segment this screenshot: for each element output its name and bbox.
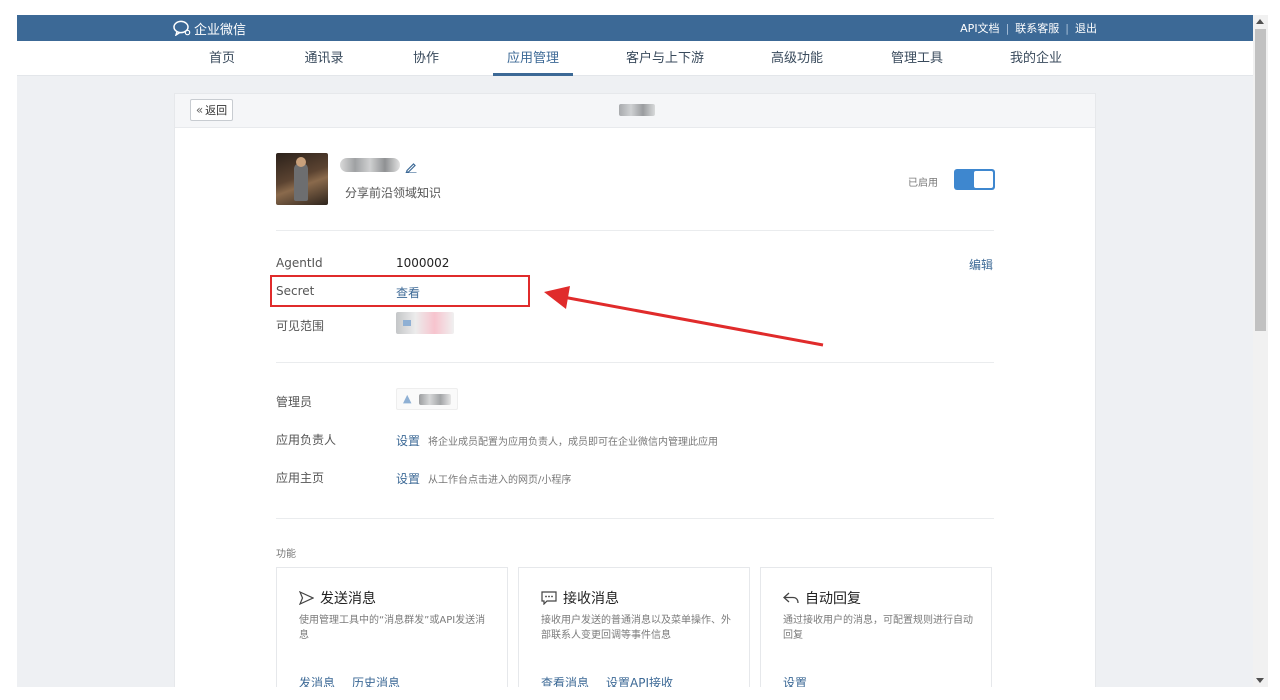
set-api-receive-link[interactable]: 设置API接收	[606, 674, 673, 687]
top-bar: 企业微信 API文档 | 联系客服 | 退出	[17, 15, 1253, 41]
customer-service-link[interactable]: 联系客服	[1015, 20, 1059, 36]
separator: |	[1065, 21, 1069, 35]
double-chevron-left-icon: «	[195, 103, 204, 117]
nav-my-company[interactable]: 我的企业	[1010, 41, 1062, 76]
api-docs-link[interactable]: API文档	[960, 20, 999, 36]
visible-range-chip[interactable]	[396, 312, 454, 334]
annotation-highlight-box	[270, 275, 530, 307]
card-header: « 返回	[175, 94, 1095, 128]
avatar-head	[296, 157, 306, 167]
top-links: API文档 | 联系客服 | 退出	[960, 15, 1097, 41]
send-icon	[299, 591, 314, 605]
feature-card-receive: 接收消息 接收用户发送的普通消息以及菜单操作、外部联系人变更回调等事件信息 查看…	[518, 567, 750, 687]
toggle-knob	[974, 171, 993, 188]
folder-icon	[403, 320, 411, 326]
feature-card-autoreply: 自动回复 通过接收用户的消息，可配置规则进行自动回复 设置	[760, 567, 992, 687]
nav-management-tools[interactable]: 管理工具	[891, 41, 943, 76]
divider	[276, 230, 994, 231]
nav-contacts[interactable]: 通讯录	[304, 41, 343, 76]
scroll-down-arrow-icon[interactable]	[1256, 678, 1264, 683]
scroll-up-arrow-icon[interactable]	[1256, 19, 1264, 24]
autoreply-settings-link[interactable]: 设置	[783, 674, 807, 687]
nav-home[interactable]: 首页	[209, 41, 235, 76]
back-button[interactable]: « 返回	[190, 99, 233, 121]
send-message-link[interactable]: 发消息	[299, 674, 335, 687]
chat-icon	[541, 591, 557, 605]
scrollbar-thumb[interactable]	[1255, 29, 1266, 331]
nav-advanced[interactable]: 高级功能	[771, 41, 823, 76]
admins-label: 管理员	[276, 395, 313, 409]
app-owner-label: 应用负责人	[276, 433, 337, 447]
divider	[276, 362, 994, 363]
app-detail-card: « 返回 分享前沿领域知识 已启用 AgentId 1000002 编辑 Sec…	[174, 93, 1096, 687]
wecom-logo-icon	[173, 20, 191, 36]
feature-description: 使用管理工具中的“消息群发”或API发送消息	[299, 615, 486, 641]
browser-viewport: 企业微信 API文档 | 联系客服 | 退出 首页 通讯录 协作 应用管理 客户…	[17, 15, 1253, 687]
view-messages-link[interactable]: 查看消息	[541, 674, 589, 687]
feature-description: 接收用户发送的普通消息以及菜单操作、外部联系人变更回调等事件信息	[541, 615, 731, 641]
page-scrollbar[interactable]	[1253, 15, 1268, 687]
back-button-label: 返回	[205, 104, 228, 117]
app-homepage-label: 应用主页	[276, 471, 325, 485]
nav-collaboration[interactable]: 协作	[413, 41, 439, 76]
agentid-label: AgentId	[276, 256, 323, 270]
admin-name	[419, 394, 451, 405]
app-description: 分享前沿领域知识	[345, 186, 442, 200]
enable-toggle[interactable]	[954, 169, 995, 190]
app-avatar[interactable]	[276, 153, 328, 205]
nav-app-management[interactable]: 应用管理	[492, 41, 574, 76]
logo-text: 企业微信	[194, 22, 247, 38]
logo[interactable]: 企业微信	[173, 18, 246, 38]
set-owner-link[interactable]: 设置	[396, 432, 420, 449]
feature-card-send: 发送消息 使用管理工具中的“消息群发”或API发送消息 发消息 历史消息	[276, 567, 508, 687]
owner-hint: 将企业成员配置为应用负责人，成员即可在企业微信内管理此应用	[428, 437, 718, 448]
homepage-hint: 从工作台点击进入的网页/小程序	[428, 475, 572, 486]
history-messages-link[interactable]: 历史消息	[352, 674, 400, 687]
divider	[276, 518, 994, 519]
user-icon: ▲	[403, 392, 412, 405]
reply-icon	[783, 592, 799, 604]
admin-chip[interactable]: ▲	[396, 388, 458, 410]
pencil-icon[interactable]	[405, 161, 417, 173]
features-section-label: 功能	[276, 549, 296, 560]
visible-range-label: 可见范围	[276, 319, 325, 333]
logout-link[interactable]: 退出	[1075, 20, 1097, 36]
status-label: 已启用	[908, 178, 938, 189]
set-homepage-link[interactable]: 设置	[396, 470, 420, 487]
page-title	[619, 104, 655, 116]
feature-description: 通过接收用户的消息，可配置规则进行自动回复	[783, 615, 973, 641]
feature-title: 发送消息	[320, 591, 376, 607]
avatar-figure	[294, 163, 308, 201]
feature-title: 接收消息	[563, 591, 619, 607]
agentid-value: 1000002	[396, 256, 450, 270]
nav-customers[interactable]: 客户与上下游	[626, 41, 704, 76]
app-name	[340, 158, 400, 172]
feature-title: 自动回复	[805, 591, 861, 607]
edit-link[interactable]: 编辑	[969, 256, 993, 273]
separator: |	[1005, 21, 1010, 35]
main-nav: 首页 通讯录 协作 应用管理 客户与上下游 高级功能 管理工具 我的企业	[17, 41, 1253, 76]
